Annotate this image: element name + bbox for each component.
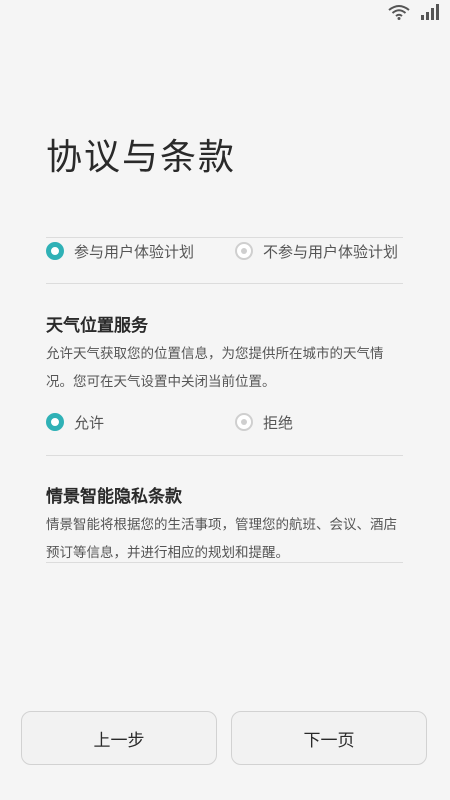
divider (46, 562, 403, 563)
wifi-icon (388, 4, 410, 24)
allow-location-label: 允许 (74, 413, 105, 432)
decline-experience-plan-option[interactable]: 不参与用户体验计划 (235, 239, 398, 263)
radio-unselected-icon[interactable] (235, 413, 253, 431)
radio-unselected-icon[interactable] (235, 242, 253, 260)
weather-location-radio-group: 允许 拒绝 (46, 410, 403, 434)
previous-step-button[interactable]: 上一步 (21, 711, 217, 765)
divider (46, 455, 403, 456)
divider (46, 283, 403, 284)
status-bar (0, 0, 450, 28)
weather-location-title: 天气位置服务 (46, 316, 148, 336)
deny-location-option[interactable]: 拒绝 (235, 410, 293, 434)
divider (46, 237, 403, 238)
radio-selected-icon[interactable] (46, 413, 64, 431)
status-icons (388, 4, 440, 24)
next-page-button[interactable]: 下一页 (231, 711, 427, 765)
smart-context-privacy-title: 情景智能隐私条款 (46, 487, 182, 507)
smart-context-privacy-description: 情景智能将根据您的生活事项，管理您的航班、会议、酒店预订等信息，并进行相应的规划… (46, 517, 397, 561)
decline-experience-plan-label: 不参与用户体验计划 (263, 242, 399, 261)
join-experience-plan-option[interactable]: 参与用户体验计划 (46, 239, 194, 263)
deny-location-label: 拒绝 (263, 413, 294, 432)
signal-icon (420, 4, 440, 24)
join-experience-plan-label: 参与用户体验计划 (74, 242, 195, 261)
weather-location-description: 允许天气获取您的位置信息，为您提供所在城市的天气情况。您可在天气设置中关闭当前位… (46, 346, 384, 390)
radio-selected-icon[interactable] (46, 242, 64, 260)
allow-location-option[interactable]: 允许 (46, 410, 104, 434)
experience-plan-radio-group: 参与用户体验计划 不参与用户体验计划 (46, 239, 403, 263)
page-title: 协议与条款 (46, 137, 237, 178)
